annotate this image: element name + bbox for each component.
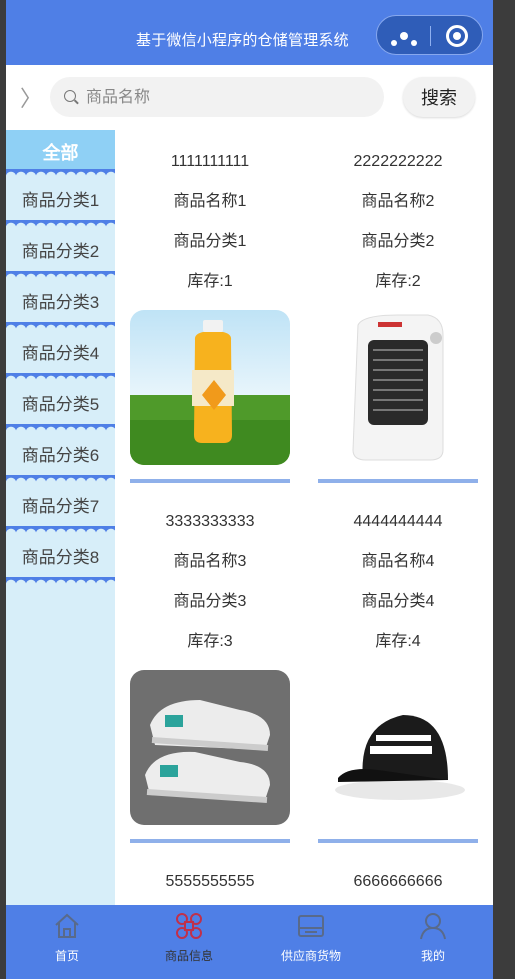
category-item[interactable]: 商品分类3 (6, 275, 115, 330)
product-category: 商品分类2 (361, 233, 435, 250)
product-card[interactable]: 3333333333 商品名称3 商品分类3 库存:3 (130, 502, 290, 843)
category-label: 商品分类6 (21, 446, 100, 465)
product-stock: 库存:3 (187, 633, 233, 650)
search-icon (64, 90, 76, 102)
card-divider (318, 479, 478, 483)
chevron-right-icon[interactable]: 〉 (20, 81, 42, 113)
product-code: 3333333333 (165, 513, 255, 530)
command-icon (176, 913, 202, 939)
product-name: 商品名称2 (361, 193, 435, 210)
card-divider (318, 839, 478, 843)
search-field (50, 77, 384, 119)
category-item-all[interactable]: 全部 (6, 130, 115, 177)
tab-label: 我的 (420, 949, 445, 963)
nav-header: 基于微信小程序的仓储管理系统 (6, 0, 493, 65)
category-item[interactable]: 商品分类7 (6, 479, 115, 534)
card-divider (130, 839, 290, 843)
category-label: 商品分类2 (21, 242, 100, 261)
category-item[interactable]: 商品分类8 (6, 530, 115, 585)
category-label: 商品分类1 (21, 191, 100, 210)
category-label: 商品分类5 (21, 395, 100, 414)
page-title: 基于微信小程序的仓储管理系统 (136, 32, 349, 49)
app-frame: 基于微信小程序的仓储管理系统 〉 搜索 全部 商品分类1 商品分类2 商品分类3… (6, 0, 493, 979)
product-code: 2222222222 (353, 153, 443, 170)
user-icon (420, 913, 446, 940)
category-item[interactable]: 商品分类2 (6, 224, 115, 279)
capsule-divider (430, 26, 431, 46)
product-code: 4444444444 (353, 513, 443, 530)
tab-supplier-goods[interactable]: 供应商货物 (250, 905, 372, 979)
more-icon[interactable] (391, 32, 420, 51)
search-button[interactable]: 搜索 (403, 77, 475, 117)
product-category: 商品分类1 (173, 233, 247, 250)
tab-home[interactable]: 首页 (6, 905, 128, 979)
close-target-icon[interactable] (446, 25, 468, 47)
category-label: 商品分类8 (21, 548, 100, 567)
product-card[interactable]: 6666666666 (318, 862, 478, 902)
home-icon (55, 913, 79, 938)
card-divider (130, 479, 290, 483)
product-image (130, 670, 290, 825)
product-category: 商品分类4 (361, 593, 435, 610)
product-name: 商品名称4 (361, 553, 435, 570)
product-image (318, 310, 478, 465)
product-stock: 库存:1 (187, 273, 233, 290)
category-sidebar: 全部 商品分类1 商品分类2 商品分类3 商品分类4 商品分类5 商品分类6 商… (6, 130, 115, 905)
tab-label: 商品信息 (164, 949, 213, 963)
product-name: 商品名称3 (173, 553, 247, 570)
product-grid: 1111111111 商品名称1 商品分类1 库存:1 2222222222 商… (115, 130, 493, 905)
tab-label: 首页 (54, 949, 79, 963)
product-image (130, 310, 290, 465)
category-item[interactable]: 商品分类1 (6, 173, 115, 228)
product-image (318, 670, 478, 825)
product-code: 5555555555 (165, 873, 255, 890)
mini-program-capsule (376, 15, 483, 55)
product-category: 商品分类3 (173, 593, 247, 610)
wave-divider (6, 577, 115, 585)
product-code: 6666666666 (353, 873, 443, 890)
search-bar: 〉 搜索 (6, 65, 493, 130)
bottom-tab-bar: 首页 商品信息 供应商货物 我的 (6, 905, 493, 979)
product-code: 1111111111 (170, 153, 250, 170)
box-icon (298, 915, 324, 937)
category-label: 全部 (42, 142, 79, 163)
search-input[interactable] (84, 77, 368, 119)
tab-products[interactable]: 商品信息 (128, 905, 250, 979)
product-card[interactable]: 4444444444 商品名称4 商品分类4 库存:4 (318, 502, 478, 843)
product-name: 商品名称1 (173, 193, 247, 210)
tab-label: 供应商货物 (280, 949, 341, 963)
product-card[interactable]: 1111111111 商品名称1 商品分类1 库存:1 (130, 142, 290, 483)
category-label: 商品分类4 (21, 344, 100, 363)
tab-mine[interactable]: 我的 (372, 905, 493, 979)
category-item[interactable]: 商品分类6 (6, 428, 115, 483)
product-card[interactable]: 5555555555 (130, 862, 290, 902)
category-label: 商品分类7 (21, 497, 100, 516)
category-item[interactable]: 商品分类4 (6, 326, 115, 381)
product-card[interactable]: 2222222222 商品名称2 商品分类2 库存:2 (318, 142, 478, 483)
product-stock: 库存:4 (375, 633, 421, 650)
category-label: 商品分类3 (21, 293, 100, 312)
product-stock: 库存:2 (375, 273, 421, 290)
category-item[interactable]: 商品分类5 (6, 377, 115, 432)
